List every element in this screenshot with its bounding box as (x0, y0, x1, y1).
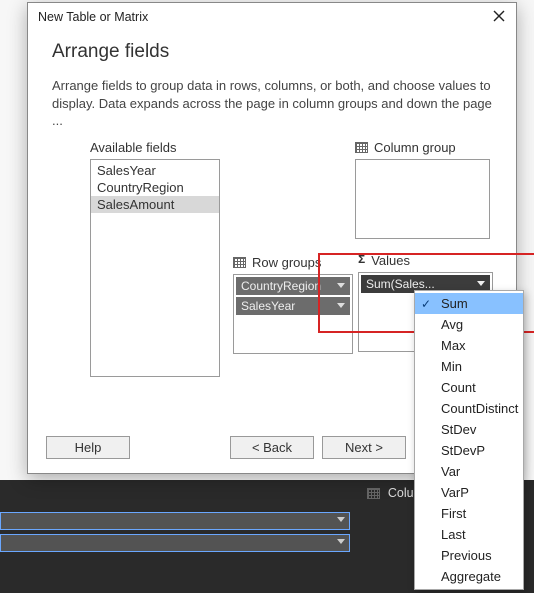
row-group-chip[interactable]: SalesYear (236, 297, 350, 315)
available-fields-section: Available fields SalesYearCountryRegionS… (90, 140, 220, 377)
column-groups-label: Column group (374, 140, 456, 155)
close-button[interactable] (490, 10, 508, 25)
row-groups-label: Row groups (252, 255, 321, 270)
title-bar: New Table or Matrix (28, 3, 516, 27)
row-groups-dropzone[interactable]: CountryRegion SalesYear (233, 274, 353, 354)
page-heading: Arrange fields (28, 27, 516, 65)
column-groups-section: Column group (355, 140, 490, 239)
chevron-down-icon (337, 303, 345, 308)
available-fields-label: Available fields (90, 140, 220, 155)
aggregate-menu-item[interactable]: Aggregate (415, 566, 523, 587)
aggregate-menu-item[interactable]: VarP (415, 482, 523, 503)
aggregate-menu-item[interactable]: Min (415, 356, 523, 377)
aggregate-menu-item[interactable]: StDevP (415, 440, 523, 461)
aggregate-menu-item[interactable]: StDev (415, 419, 523, 440)
aggregate-menu-item[interactable]: ✓Sum (415, 293, 523, 314)
chevron-down-icon (477, 281, 485, 286)
aggregate-menu-item[interactable]: CountDistinct (415, 398, 523, 419)
aggregate-menu-item[interactable]: Max (415, 335, 523, 356)
aggregate-menu-item[interactable]: Var (415, 461, 523, 482)
available-fields-list[interactable]: SalesYearCountryRegionSalesAmount (90, 159, 220, 377)
aggregate-menu-item[interactable]: Last (415, 524, 523, 545)
aggregate-dropdown-menu[interactable]: ✓SumAvgMaxMinCountCountDistinctStDevStDe… (414, 290, 524, 590)
aggregate-menu-item[interactable]: First (415, 503, 523, 524)
chevron-down-icon (337, 283, 345, 288)
back-button[interactable]: < Back (230, 436, 314, 459)
check-icon: ✓ (421, 297, 431, 311)
bg-field-slot[interactable] (0, 512, 350, 530)
available-field-item[interactable]: SalesAmount (91, 196, 219, 213)
bg-design-strip (0, 508, 350, 568)
column-groups-dropzone[interactable] (355, 159, 490, 239)
table-icon (367, 488, 380, 499)
dialog-title: New Table or Matrix (38, 10, 148, 24)
available-field-item[interactable]: CountryRegion (91, 179, 219, 196)
table-icon (355, 142, 368, 153)
table-icon (233, 257, 246, 268)
aggregate-menu-item[interactable]: Count (415, 377, 523, 398)
available-field-item[interactable]: SalesYear (91, 162, 219, 179)
page-description: Arrange fields to group data in rows, co… (28, 65, 516, 130)
values-label: Values (371, 253, 410, 268)
next-button[interactable]: Next > (322, 436, 406, 459)
row-groups-section: Row groups CountryRegion SalesYear (233, 255, 353, 354)
sigma-icon: Σ (358, 253, 365, 267)
row-group-chip[interactable]: CountryRegion (236, 277, 350, 295)
aggregate-menu-item[interactable]: Avg (415, 314, 523, 335)
close-icon (493, 10, 505, 22)
aggregate-menu-item[interactable]: Previous (415, 545, 523, 566)
bg-field-slot[interactable] (0, 534, 350, 552)
help-button[interactable]: Help (46, 436, 130, 459)
